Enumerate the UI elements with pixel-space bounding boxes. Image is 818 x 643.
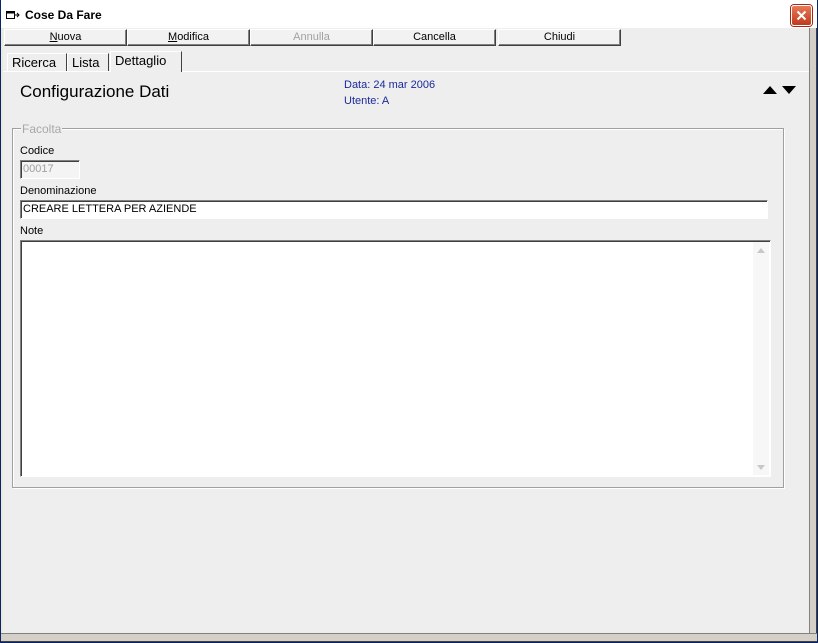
nuova-button[interactable]: Nuova <box>4 29 127 46</box>
title-bar[interactable]: Cose Da Fare <box>1 0 817 28</box>
facolta-legend: Facolta <box>21 122 63 136</box>
modifica-label: odifica <box>177 31 209 43</box>
codice-label: Codice <box>20 145 55 157</box>
tab-dettaglio[interactable]: Dettaglio <box>110 51 182 72</box>
nuova-accel: N <box>49 31 58 43</box>
annulla-button[interactable]: Annulla <box>250 29 373 46</box>
window-frame-bottom <box>1 633 817 642</box>
note-scrollbar[interactable] <box>753 242 769 475</box>
chiudi-button[interactable]: Chiudi <box>498 29 621 46</box>
note-label: Note <box>20 225 44 237</box>
page-title: Configurazione Dati <box>20 82 170 101</box>
client-area: Nuova Modifica Annulla Cancella Chiudi R… <box>3 28 809 633</box>
window-frame-right <box>809 28 817 635</box>
tab-lista[interactable]: Lista <box>67 53 109 71</box>
window-title: Cose Da Fare <box>25 8 102 22</box>
modifica-accel: M <box>168 31 178 43</box>
scroll-up-button[interactable] <box>753 242 769 258</box>
modifica-button[interactable]: Modifica <box>127 29 250 46</box>
note-textarea[interactable] <box>20 240 771 477</box>
up-arrow-icon <box>762 86 777 94</box>
user-text: Utente: A <box>344 95 390 107</box>
window-app-icon <box>6 11 20 19</box>
close-icon <box>796 10 807 21</box>
scroll-down-button[interactable] <box>753 459 769 475</box>
codice-field[interactable]: 00017 <box>20 160 80 179</box>
next-record-button[interactable] <box>780 82 797 98</box>
app-window: Cose Da Fare Nuova Modifica Annulla Canc… <box>0 0 818 643</box>
down-arrow-icon <box>781 86 796 94</box>
scroll-down-icon <box>757 464 765 470</box>
scroll-up-icon <box>757 247 765 253</box>
tab-ricerca[interactable]: Ricerca <box>7 53 67 71</box>
close-button[interactable] <box>791 5 812 26</box>
previous-record-button[interactable] <box>761 82 778 98</box>
date-text: Data: 24 mar 2006 <box>344 79 436 91</box>
denominazione-label: Denominazione <box>20 185 97 197</box>
denominazione-field[interactable]: CREARE LETTERA PER AZIENDE <box>20 200 768 219</box>
nuova-label: uova <box>57 31 82 43</box>
record-info: Data: 24 mar 2006 Utente: A <box>344 77 435 109</box>
cancella-button[interactable]: Cancella <box>373 29 496 46</box>
toolbar: Nuova Modifica Annulla Cancella Chiudi <box>3 28 809 46</box>
